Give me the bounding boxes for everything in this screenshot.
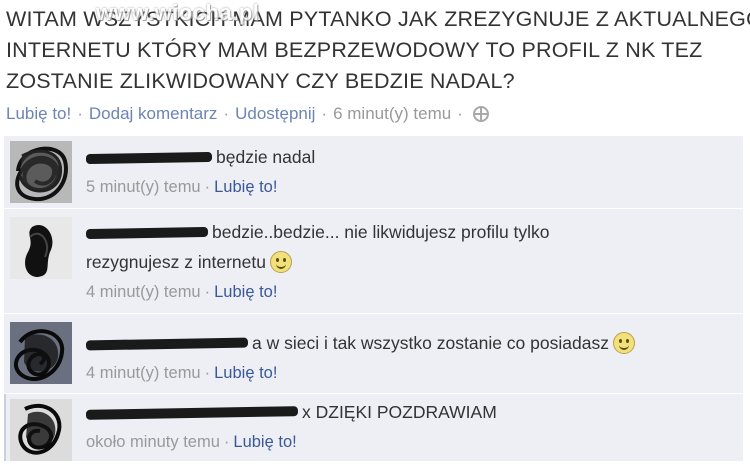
comment-time[interactable]: 4 minut(y) temu [86,364,201,382]
divider [4,394,6,461]
separator: · [77,104,83,123]
author-name-redacted[interactable] [85,152,213,165]
comment-body: a w sieci i tak wszystko zostanie co pos… [85,328,635,388]
comment-meta: około minuty temu · Lubię to! [86,427,497,457]
avatar[interactable] [10,399,72,461]
post-actions: Lubię to! · Dodaj komentarz · Udostępnij · 6 m… [6,104,489,124]
comment-like-link[interactable]: Lubię to! [214,178,277,196]
author-name-redacted[interactable] [85,406,299,421]
separator: · [204,364,211,382]
post-line: ZOSTANIE ZLIKWIDOWANY CZY BEDZIE NADAL? [6,69,515,93]
comment-meta: 4 minut(y) temu · Lubię to! [86,358,635,388]
globe-icon[interactable] [472,106,489,122]
comment-text-line1: bedzie..bedzie... nie likwidujesz profil… [212,222,550,242]
separator: · [457,104,463,123]
comment-text-line2: rezygnujesz z internetu [86,252,266,272]
comment-like-link[interactable]: Lubię to! [233,433,296,451]
avatar[interactable] [10,322,72,384]
comment-meta: 5 minut(y) temu · Lubię to! [86,172,315,202]
comment: będzie nadal 5 minut(y) temu · Lubię to! [4,136,743,209]
avatar[interactable] [10,217,72,279]
author-name-redacted[interactable] [85,227,209,240]
comment-body: bedzie..bedzie... nie likwidujesz profil… [85,217,550,307]
comment-text: będzie nadal [216,147,316,167]
comment: x DZIĘKI POZDRAWIAM około minuty temu · Lu… [4,394,743,462]
comments-list: będzie nadal 5 minut(y) temu · Lubię to! b… [4,136,743,462]
comment-like-link[interactable]: Lubię to! [214,364,277,382]
like-link[interactable]: Lubię to! [6,104,71,123]
smiley-icon [612,332,635,354]
comment-like-link[interactable]: Lubię to! [214,283,277,301]
separator: · [223,104,230,123]
smiley-icon [269,251,292,273]
author-name-redacted[interactable] [85,337,249,351]
add-comment-link[interactable]: Dodaj komentarz [89,104,218,123]
separator: · [321,104,328,123]
comment-body: x DZIĘKI POZDRAWIAM około minuty temu · Lu… [85,397,497,457]
separator: · [204,283,211,301]
share-link[interactable]: Udostępnij [235,104,315,123]
comment-meta: 4 minut(y) temu · Lubię to! [86,277,550,307]
comment-text: x DZIĘKI POZDRAWIAM [302,402,497,422]
separator: · [223,433,230,451]
comment: a w sieci i tak wszystko zostanie co pos… [4,314,743,394]
comment-text: a w sieci i tak wszystko zostanie co pos… [252,333,609,353]
comment-time[interactable]: 4 minut(y) temu [86,283,201,301]
comment-time[interactable]: 5 minut(y) temu [86,178,201,196]
post-line: INTERNETU KTÓRY MAM BEZPRZEWODOWY TO PRO… [6,38,703,62]
watermark: www.wiocha.pl [96,0,260,25]
comment-body: będzie nadal 5 minut(y) temu · Lubię to! [85,142,316,202]
separator: · [204,178,211,196]
avatar[interactable] [10,141,72,203]
post-timestamp[interactable]: 6 minut(y) temu [333,104,451,123]
comment-time[interactable]: około minuty temu [86,433,220,451]
comment: bedzie..bedzie... nie likwidujesz profil… [4,209,743,314]
